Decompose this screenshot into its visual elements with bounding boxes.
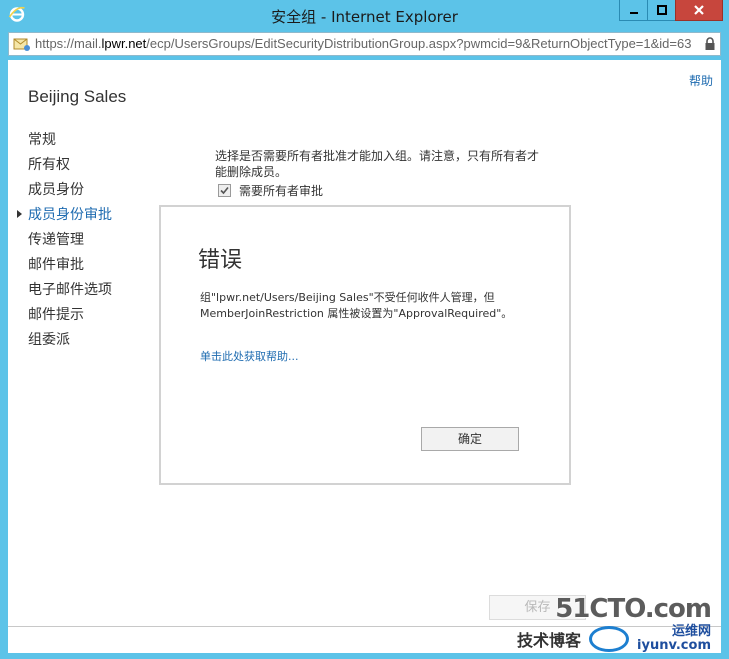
address-url[interactable]: https://mail.lpwr.net/ecp/UsersGroups/Ed… [35,36,705,51]
dialog-title: 错误 [198,248,243,273]
nav-item-message-approval[interactable]: 邮件审批 [28,255,112,280]
nav-item-group-delegation[interactable]: 组委派 [28,330,112,355]
address-bar[interactable]: https://mail.lpwr.net/ecp/UsersGroups/Ed… [8,32,721,56]
nav-item-membership-approval[interactable]: 成员身份审批 [17,205,112,230]
nav-item-ownership[interactable]: 所有权 [28,155,112,180]
current-section-arrow-icon [17,210,22,218]
nav-item-email-options[interactable]: 电子邮件选项 [28,280,112,305]
checkmark-icon [220,186,229,195]
watermark: 51CTO.com 技术博客 运维网 iyunv.com [517,594,712,653]
watermark-logo-icon [589,626,630,652]
owner-approval-option[interactable]: 需要所有者审批 [218,182,323,199]
lock-icon[interactable] [704,37,716,51]
watermark-badge: 运维网 [671,624,711,639]
dialog-message: 组"lpwr.net/Users/Beijing Sales"不受任何收件人管理… [200,291,513,320]
nav-item-general[interactable]: 常规 [28,130,112,155]
help-link[interactable]: 帮助 [689,72,713,89]
watermark-brand: 51CTO.com [555,594,712,624]
watermark-footer: 技术博客 运维网 iyunv.com [517,625,711,653]
ok-button[interactable]: 确定 [421,427,519,451]
nav-item-label: 成员身份审批 [28,207,112,223]
url-domain: lpwr.net [101,36,147,51]
page-envelope-icon [13,38,30,51]
caption-buttons [619,0,723,22]
ie-window: 安全组 - Internet Explorer https://mail.lpw… [0,0,729,659]
minimize-button[interactable] [619,0,648,21]
page-content: 帮助 Beijing Sales 常规 所有权 成员身份 成员身份审批 传递管理… [8,60,721,626]
watermark-site: iyunv.com [637,638,711,653]
owner-approval-label: 需要所有者审批 [239,184,324,198]
minimize-icon [629,12,638,14]
watermark-tagline: 技术博客 [517,631,582,650]
error-dialog: 错误 组"lpwr.net/Users/Beijing Sales"不受任何收件… [159,205,571,485]
nav-item-mailtip[interactable]: 邮件提示 [28,305,112,330]
watermark-site-block: 运维网 iyunv.com [637,625,711,653]
page-title: Beijing Sales [28,87,127,106]
close-icon [694,5,704,15]
approval-description: 选择是否需要所有者批准才能加入组。请注意，只有所有者才能删除成员。 [215,149,540,179]
url-path: /ecp/UsersGroups/EditSecurityDistributio… [146,36,692,51]
section-nav: 常规 所有权 成员身份 成员身份审批 传递管理 邮件审批 电子邮件选项 邮件提示… [17,130,112,355]
close-button[interactable] [675,0,723,21]
nav-item-delivery-management[interactable]: 传递管理 [28,230,112,255]
url-prefix: https://mail. [35,36,102,51]
dialog-help-link[interactable]: 单击此处获取帮助... [200,348,299,364]
maximize-icon [656,5,667,15]
maximize-button[interactable] [647,0,676,21]
owner-approval-checkbox[interactable] [218,184,231,197]
title-bar[interactable]: 安全组 - Internet Explorer [0,0,729,30]
nav-item-membership[interactable]: 成员身份 [28,180,112,205]
